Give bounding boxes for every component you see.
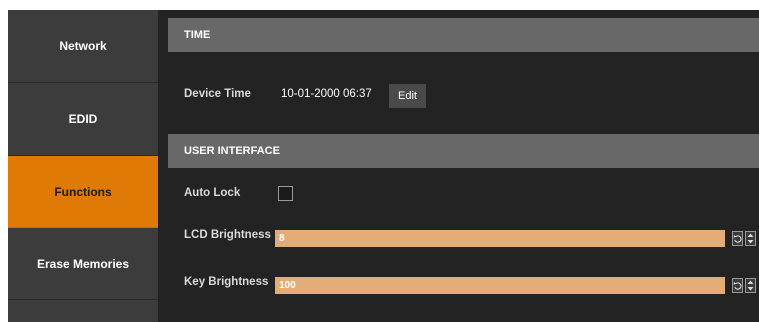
- device-time-value: 10-01-2000 06:37: [281, 88, 372, 100]
- section-title: TIME: [184, 29, 211, 41]
- settings-window: Network EDID Functions Erase Memories TI…: [8, 10, 759, 322]
- section-header-user-interface: USER INTERFACE: [168, 134, 759, 168]
- sidebar-item-label: EDID: [68, 112, 98, 126]
- sidebar-item-functions[interactable]: Functions: [8, 156, 158, 228]
- key-brightness-input[interactable]: 100: [275, 277, 725, 294]
- sidebar-item-network[interactable]: Network: [8, 10, 158, 83]
- lcd-brightness-label: LCD Brightness: [184, 229, 271, 241]
- sidebar-item-label: Functions: [54, 184, 112, 199]
- section-title: USER INTERFACE: [184, 145, 280, 157]
- undo-icon[interactable]: [732, 278, 743, 293]
- edit-time-button[interactable]: Edit: [389, 84, 426, 108]
- auto-lock-checkbox[interactable]: [278, 186, 293, 201]
- sidebar-item-erase-memories[interactable]: Erase Memories: [8, 228, 158, 300]
- up-down-arrows-icon[interactable]: [745, 278, 756, 293]
- lcd-brightness-controls: [732, 231, 756, 248]
- sidebar-item-label: Erase Memories: [36, 256, 130, 271]
- undo-icon[interactable]: [732, 231, 743, 246]
- section-header-time: TIME: [168, 18, 759, 52]
- sidebar-item-more[interactable]: [8, 300, 158, 322]
- edit-button-label: Edit: [398, 90, 417, 102]
- key-brightness-controls: [732, 278, 756, 295]
- lcd-brightness-value: 8: [279, 233, 285, 244]
- key-brightness-label: Key Brightness: [184, 276, 269, 288]
- up-down-arrows-icon[interactable]: [745, 231, 756, 246]
- sidebar: Network EDID Functions Erase Memories: [8, 10, 158, 322]
- auto-lock-label: Auto Lock: [184, 187, 241, 199]
- main-panel: TIME Device Time 10-01-2000 06:37 Edit U…: [168, 10, 759, 322]
- lcd-brightness-input[interactable]: 8: [275, 230, 725, 247]
- key-brightness-value: 100: [279, 280, 296, 291]
- device-time-label: Device Time: [184, 88, 251, 100]
- sidebar-item-label: Network: [59, 39, 107, 53]
- sidebar-item-edid[interactable]: EDID: [8, 83, 158, 156]
